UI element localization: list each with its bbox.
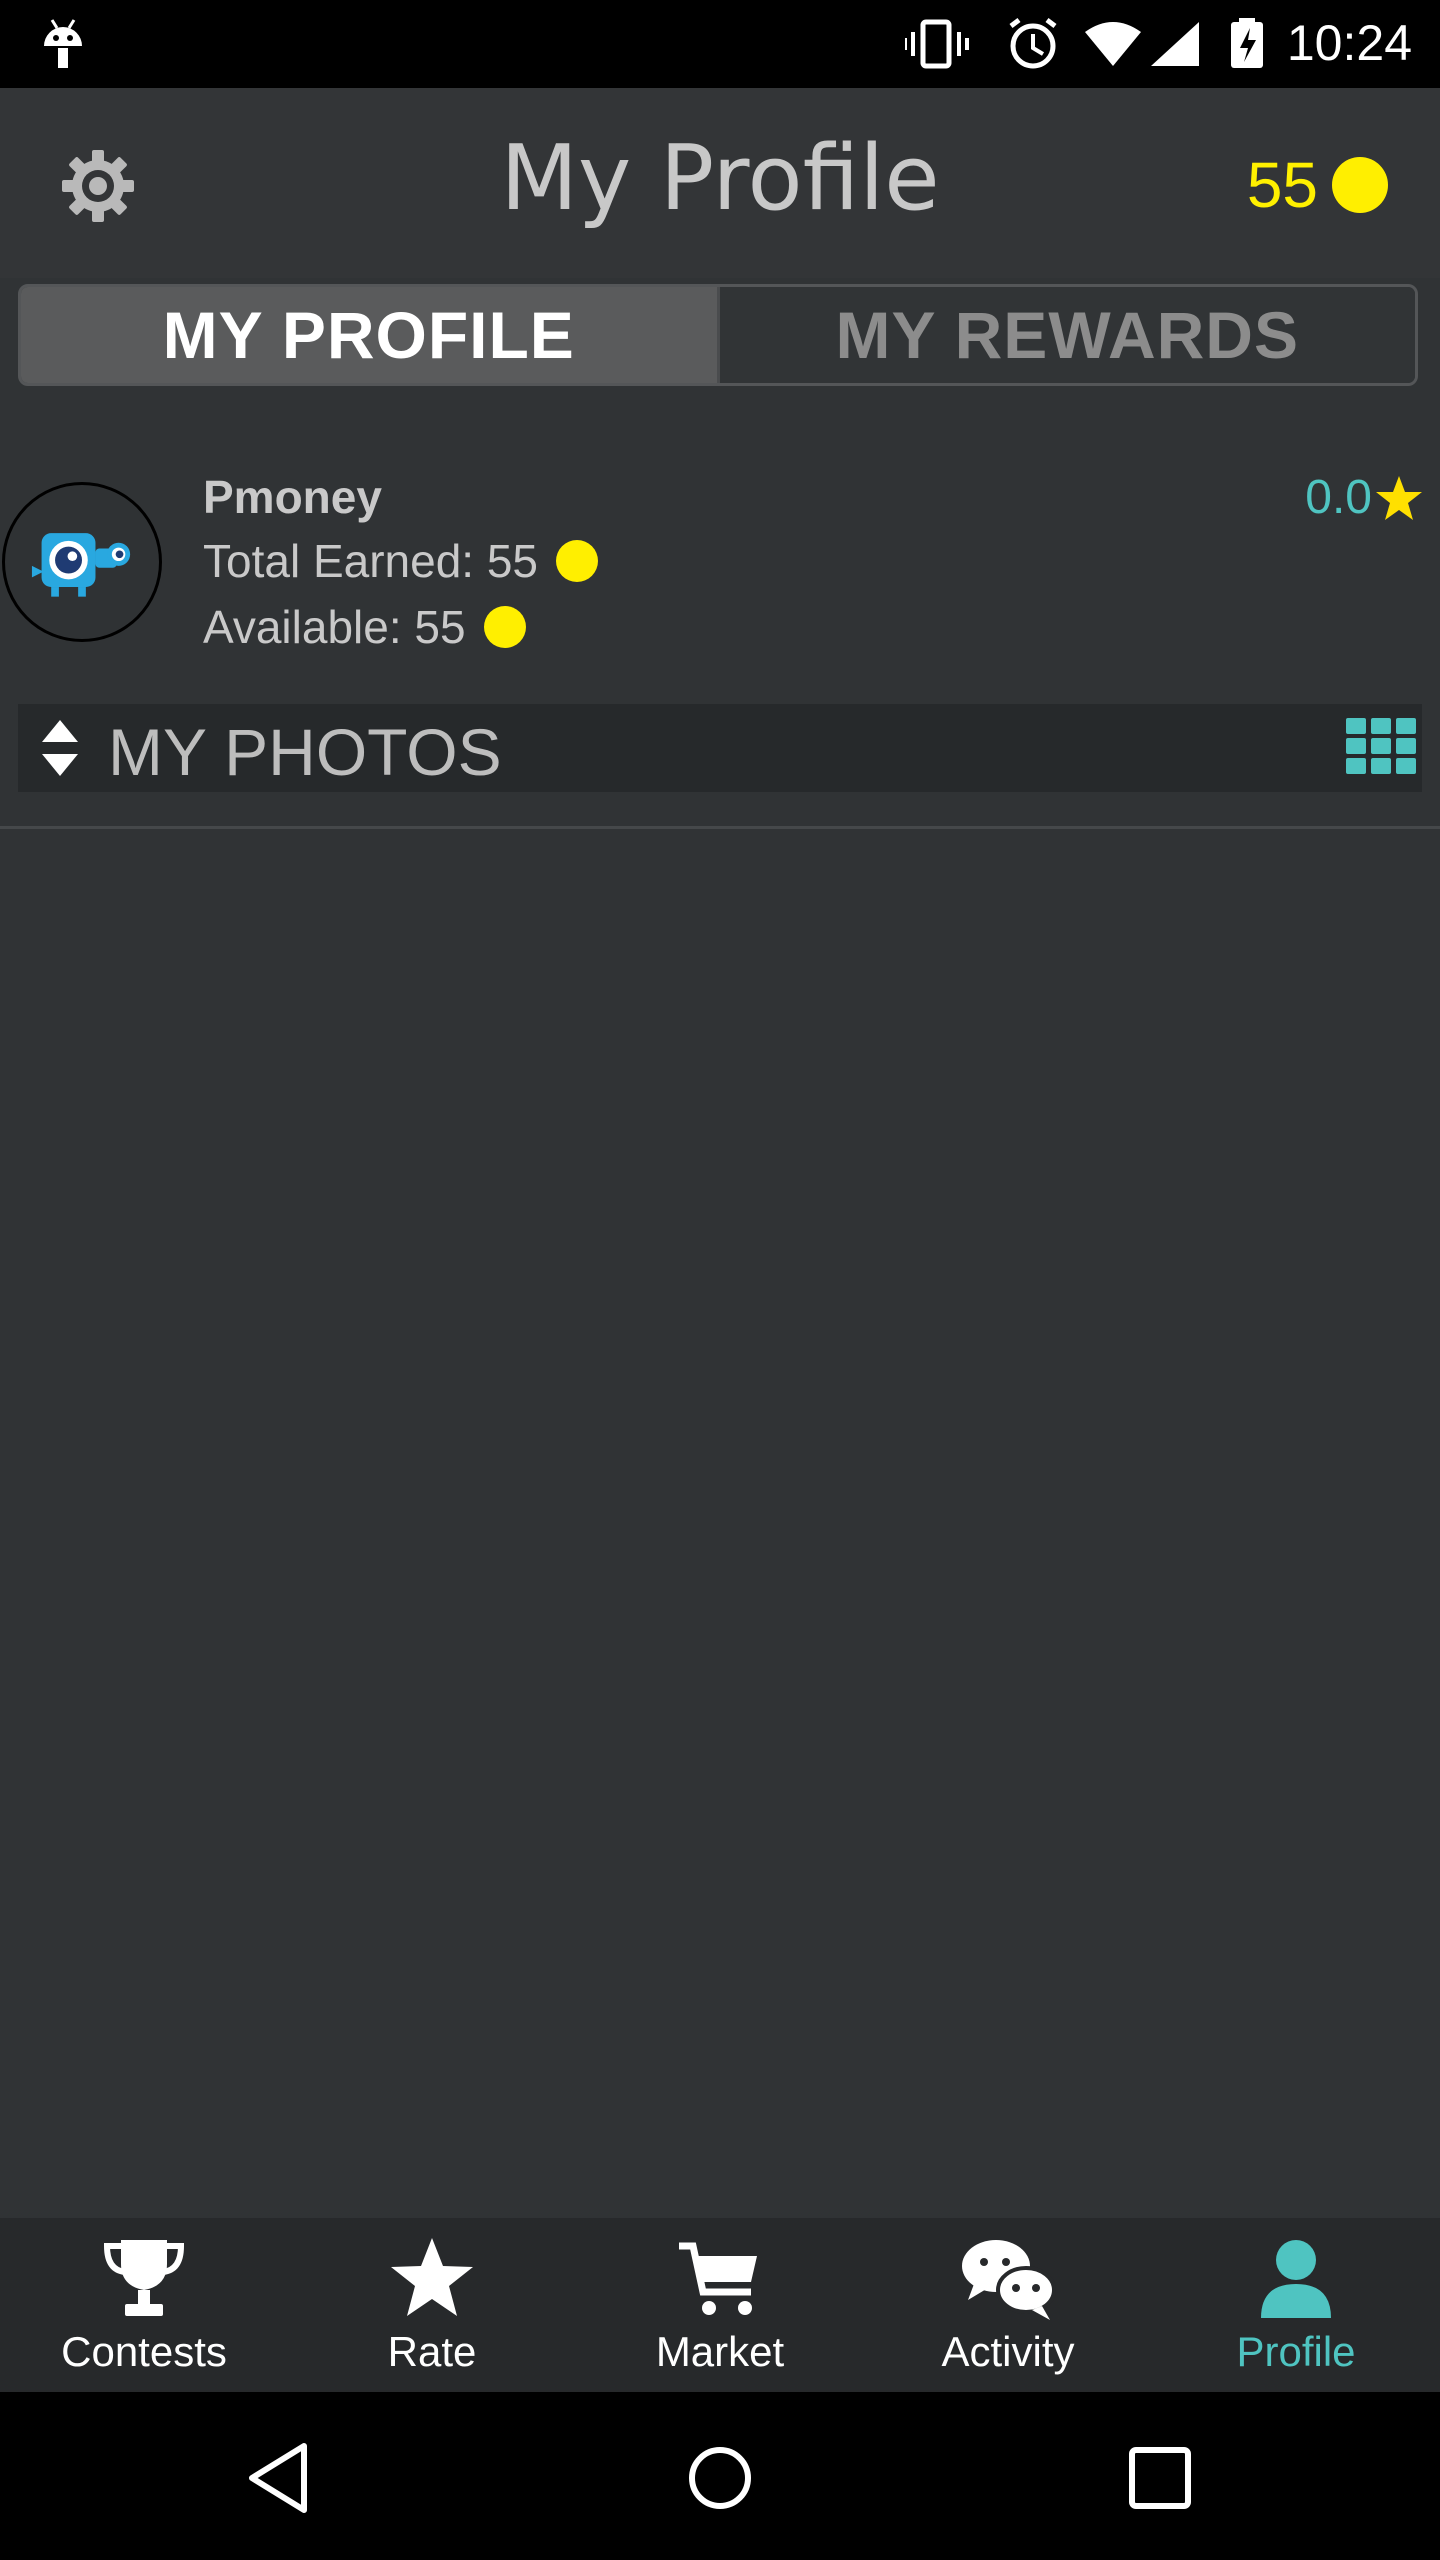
rating: 0.0 <box>1305 470 1424 525</box>
nav-rate[interactable]: Rate <box>288 2218 576 2392</box>
nav-label: Rate <box>387 2328 477 2375</box>
toolbar: My Profile 55 <box>0 88 1440 278</box>
star-icon <box>391 2238 473 2316</box>
status-time: 10:24 <box>1286 15 1412 71</box>
coin-icon <box>483 606 526 648</box>
bottom-navigation: Contests Rate Market Activity Profile <box>0 2218 1440 2392</box>
nav-contests[interactable]: Contests <box>0 2218 288 2392</box>
sort-icon[interactable] <box>40 718 80 778</box>
nav-profile[interactable]: Profile <box>1152 2218 1440 2392</box>
coin-balance: 55 <box>1246 149 1388 221</box>
nav-label: Profile <box>1236 2328 1356 2375</box>
divider <box>0 826 1440 829</box>
tab-my-profile[interactable]: MY PROFILE <box>21 287 717 383</box>
nav-label: Activity <box>941 2328 1075 2375</box>
trophy-icon <box>103 2240 185 2316</box>
robot-mascot-icon <box>31 533 131 597</box>
signal-icon <box>1151 22 1199 66</box>
page-title: My Profile <box>500 126 940 231</box>
nav-activity[interactable]: Activity <box>864 2218 1152 2392</box>
available-row: Available: 55 <box>203 600 526 654</box>
star-icon <box>1376 475 1422 520</box>
nav-label: Contests <box>61 2328 227 2375</box>
vibrate-icon <box>905 19 969 69</box>
nav-market[interactable]: Market <box>576 2218 864 2392</box>
my-photos-title: MY PHOTOS <box>108 715 502 789</box>
alarm-icon <box>1009 18 1057 69</box>
tab-my-rewards[interactable]: MY REWARDS <box>716 287 1415 383</box>
total-earned-text: Total Earned: 55 <box>203 535 539 587</box>
rating-value: 0.0 <box>1305 471 1372 524</box>
home-icon[interactable] <box>682 2440 758 2516</box>
person-icon <box>1261 2240 1331 2318</box>
coin-count: 55 <box>1246 149 1318 221</box>
wifi-icon <box>1085 22 1141 66</box>
coin-icon <box>556 540 599 582</box>
my-photos-header: MY PHOTOS <box>18 704 1422 792</box>
android-debug-icon <box>44 19 82 68</box>
grid-view-icon[interactable] <box>1346 718 1416 774</box>
status-bar: 10:24 <box>0 0 1440 88</box>
battery-charging-icon <box>1231 18 1263 68</box>
cart-icon <box>679 2242 757 2315</box>
nav-label: Market <box>655 2328 785 2375</box>
recents-icon[interactable] <box>1122 2440 1198 2516</box>
coin-icon <box>1332 157 1388 213</box>
username: Pmoney <box>203 471 382 523</box>
system-navigation-bar <box>0 2392 1440 2560</box>
available-text: Available: 55 <box>203 601 466 653</box>
total-earned-row: Total Earned: 55 <box>203 534 599 588</box>
chat-icon <box>962 2240 1056 2320</box>
avatar[interactable] <box>2 482 162 642</box>
back-icon[interactable] <box>242 2440 318 2516</box>
profile-tabs: MY PROFILE MY REWARDS <box>18 284 1418 386</box>
